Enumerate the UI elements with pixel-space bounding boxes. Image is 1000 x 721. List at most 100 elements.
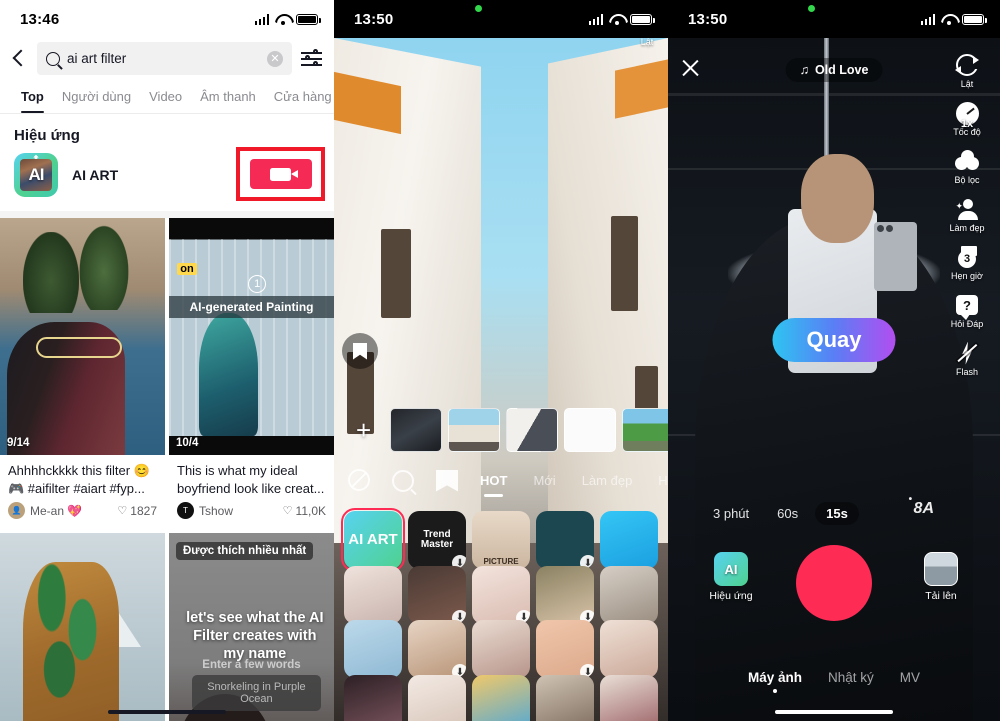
strip-thumbnail[interactable] xyxy=(564,408,616,452)
filters-button[interactable]: Bộ lọc xyxy=(940,148,994,185)
status-icons xyxy=(588,13,655,25)
section-divider xyxy=(0,211,334,218)
effect-item[interactable] xyxy=(536,674,594,721)
effect-tab-beauty[interactable]: Làm đẹp xyxy=(582,473,633,488)
effects-grid: AI ART Trend Master ⬇ PICTURE ⬇ ⬇ ⬇ ⬇ ⬇ xyxy=(334,505,668,721)
status-bar: 13:50 xyxy=(668,0,1000,38)
video-meta: T Tshow ♡ 11,0K xyxy=(169,500,334,529)
video-card[interactable]: on 1 AI-generated Painting 10/4 This is … xyxy=(169,218,334,530)
tab-shop[interactable]: Cửa hàng xyxy=(265,83,334,113)
qa-button[interactable]: ? Hỏi Đáp xyxy=(940,292,994,329)
effect-item-heart-glasses[interactable]: ⬇ xyxy=(536,511,594,569)
video-camera-icon xyxy=(270,167,298,181)
try-effect-button[interactable] xyxy=(249,159,312,189)
clear-icon[interactable]: ✕ xyxy=(267,50,283,67)
video-card[interactable]: Được thích nhiều nhất let's see what the… xyxy=(169,533,334,721)
effect-item[interactable] xyxy=(408,674,466,721)
record-button[interactable] xyxy=(796,545,872,621)
effect-item[interactable]: ⬇ xyxy=(408,565,466,624)
effect-item[interactable]: ⬇ xyxy=(536,620,594,678)
search-tabs: Top Người dùng Video Âm thanh Cửa hàng xyxy=(0,83,334,114)
capture-mode-tabs: Máy ảnh Nhật ký MV xyxy=(668,670,1000,693)
mode-tab-mv[interactable]: MV xyxy=(900,670,920,685)
status-icons xyxy=(920,13,987,25)
bookmark-button[interactable] xyxy=(342,333,378,369)
video-username[interactable]: Me-an 💖 xyxy=(30,504,112,518)
duration-60s[interactable]: 60s xyxy=(766,502,809,525)
record-cta-button[interactable]: Quay xyxy=(772,318,896,362)
flash-label: Flash xyxy=(955,367,978,377)
search-input[interactable]: ai art filter ✕ xyxy=(37,42,292,75)
like-count: ♡ 1827 xyxy=(117,504,157,518)
bookmark-icon[interactable] xyxy=(436,469,458,492)
effect-item[interactable] xyxy=(600,674,658,721)
battery-icon xyxy=(962,13,987,25)
tab-users[interactable]: Người dùng xyxy=(53,83,140,113)
effect-item[interactable] xyxy=(344,674,402,721)
effect-item[interactable]: ⬇ xyxy=(472,565,530,624)
effect-item-trend-master[interactable]: Trend Master ⬇ xyxy=(408,511,466,569)
signal-bars-icon xyxy=(254,13,269,25)
heart-icon: ♡ xyxy=(282,505,293,518)
effect-item-label: PICTURE xyxy=(483,556,519,566)
timer-label: Hẹn giờ xyxy=(951,271,983,281)
effect-tab-new[interactable]: Mới xyxy=(533,473,555,488)
music-selector-button[interactable]: ♫ Old Love xyxy=(785,58,883,82)
duration-3min[interactable]: 3 phút xyxy=(702,502,760,525)
effect-item[interactable] xyxy=(472,674,530,721)
effect-item-ai-art[interactable]: AI ART xyxy=(341,508,405,572)
effect-item-picture[interactable]: PICTURE xyxy=(472,511,530,569)
search-icon xyxy=(46,51,60,66)
effects-button[interactable]: AI Hiệu ứng xyxy=(700,552,762,602)
video-card[interactable]: 9/14 Ahhhhckkkk this filter 😊 🎮 #aifilte… xyxy=(0,218,165,530)
video-card[interactable] xyxy=(0,533,165,721)
strip-thumbnail[interactable] xyxy=(448,408,500,452)
flip-camera-icon xyxy=(955,54,979,76)
recording-camera-panel: 13:50 ♫ Old Love Lật 1x Tốc độ Bộ lọc ✦ … xyxy=(668,0,1000,721)
thumbnail-ghost-text: Enter a few words xyxy=(202,658,301,671)
effect-item[interactable] xyxy=(472,620,530,678)
effect-tab-more[interactable]: H xyxy=(658,473,667,488)
effect-result-row[interactable]: ⬆ AI AI ART xyxy=(0,147,334,211)
flash-button[interactable]: Flash xyxy=(940,340,994,377)
effect-item[interactable]: ⬇ xyxy=(408,620,466,678)
close-icon[interactable] xyxy=(680,58,701,79)
thumbnail-top-label: Được thích nhiều nhất xyxy=(176,542,314,561)
effect-item[interactable] xyxy=(600,565,658,624)
effect-item[interactable] xyxy=(344,565,402,624)
effect-item[interactable]: ⬇ xyxy=(536,565,594,624)
plus-icon[interactable]: + xyxy=(356,417,371,443)
video-thumbnail[interactable]: 9/14 xyxy=(0,218,165,455)
video-username[interactable]: Tshow xyxy=(199,504,278,518)
no-effect-icon[interactable] xyxy=(348,469,370,491)
timer-button[interactable]: 3 Hẹn giờ xyxy=(940,244,994,281)
speed-button[interactable]: 1x Tốc độ xyxy=(940,100,994,137)
video-thumbnail[interactable] xyxy=(0,533,165,721)
strip-thumbnail[interactable] xyxy=(506,408,558,452)
tab-sounds[interactable]: Âm thanh xyxy=(191,83,265,113)
mode-tab-story[interactable]: Nhật ký xyxy=(828,670,874,685)
mode-tab-camera[interactable]: Máy ảnh xyxy=(748,670,802,693)
tab-video[interactable]: Video xyxy=(140,83,191,113)
avatar[interactable]: T xyxy=(177,502,194,520)
video-thumbnail[interactable]: Được thích nhiều nhất let's see what the… xyxy=(169,533,334,721)
upload-button[interactable]: Tải lên xyxy=(910,552,972,602)
beautify-icon: ✦ xyxy=(956,198,979,220)
effect-item[interactable] xyxy=(600,620,658,678)
search-results-panel: 13:46 ai art filter ✕ Top Người dùng Vid… xyxy=(0,0,334,721)
filter-sliders-icon[interactable] xyxy=(301,49,322,68)
back-chevron-icon[interactable] xyxy=(10,50,28,68)
effect-item-face-zoom[interactable] xyxy=(600,511,658,569)
effect-item[interactable] xyxy=(344,620,402,678)
tab-top[interactable]: Top xyxy=(12,83,53,113)
search-icon[interactable] xyxy=(392,470,414,492)
video-caption: This is what my ideal boyfriend look lik… xyxy=(177,463,325,496)
avatar[interactable]: 👤 xyxy=(8,502,25,520)
strip-thumbnail[interactable] xyxy=(390,408,442,452)
effect-tab-hot[interactable]: HOT xyxy=(480,473,507,497)
flip-camera-button[interactable]: Lật xyxy=(940,52,994,89)
duration-15s[interactable]: 15s xyxy=(815,502,859,525)
video-thumbnail[interactable]: on 1 AI-generated Painting 10/4 xyxy=(169,218,334,455)
beautify-button[interactable]: ✦ Làm đẹp xyxy=(940,196,994,233)
strip-thumbnail[interactable] xyxy=(622,408,668,452)
